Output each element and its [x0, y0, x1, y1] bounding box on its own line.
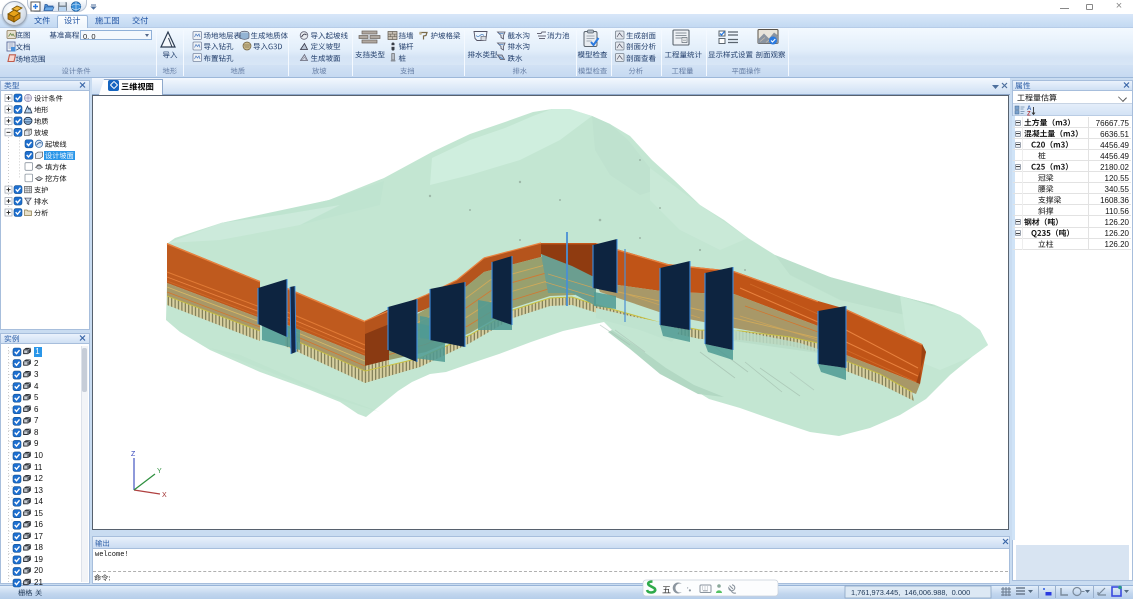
- svg-text:Z: Z: [131, 451, 136, 458]
- svg-text:X: X: [162, 492, 167, 499]
- svg-text:Y: Y: [157, 468, 162, 475]
